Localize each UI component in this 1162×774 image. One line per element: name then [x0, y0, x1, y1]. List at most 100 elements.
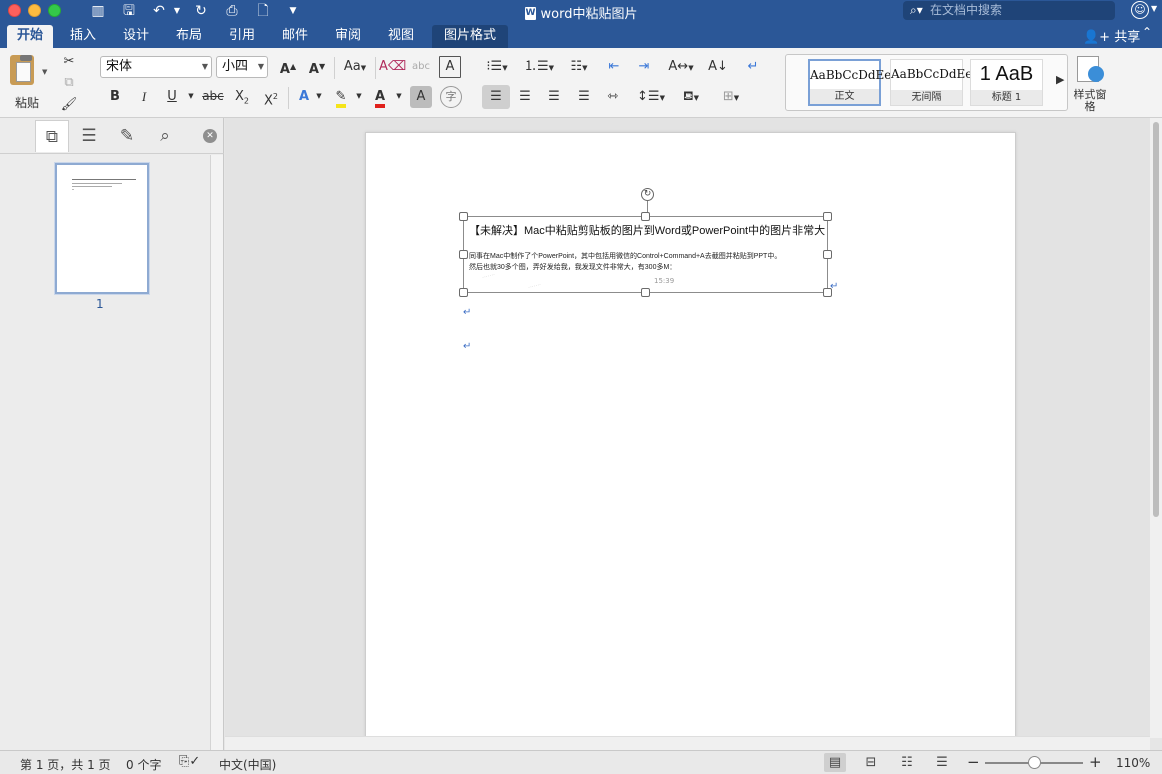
customize-toolbar-icon[interactable]: ▼	[286, 2, 300, 20]
tab-references[interactable]: 引用	[219, 25, 265, 48]
resize-handle-right[interactable]	[823, 250, 832, 259]
sort-icon[interactable]: A↓	[704, 55, 732, 79]
increase-indent-icon[interactable]: ⇥	[631, 55, 657, 79]
highlight-icon[interactable]: ✎	[329, 85, 353, 109]
tab-layout[interactable]: 布局	[166, 25, 212, 48]
enclose-characters-icon[interactable]: 字	[440, 86, 462, 108]
nav-scrollbar[interactable]	[210, 155, 223, 750]
page-thumbnail[interactable]	[55, 163, 149, 294]
document-page[interactable]: ↻ 【未解决】Mac中粘贴剪贴板的图片到Word或PowerPoint中的图片非…	[365, 132, 1016, 750]
underline-dropdown-icon[interactable]: ▼	[186, 85, 196, 109]
chinese-layout-icon[interactable]: A↔▼	[663, 55, 699, 79]
draft-view-icon[interactable]: ☰	[931, 753, 953, 772]
grow-font-icon[interactable]: A▲	[275, 55, 301, 79]
language-status[interactable]: 中文(中国)	[219, 756, 276, 773]
italic-button[interactable]: I	[132, 85, 156, 109]
font-size-select[interactable]: 小四 ▼	[216, 56, 268, 78]
resize-handle-left[interactable]	[459, 250, 468, 259]
document-vertical-scrollbar[interactable]	[1150, 118, 1162, 738]
minimize-window-button[interactable]	[28, 4, 41, 17]
resize-handle-top-right[interactable]	[823, 212, 832, 221]
tab-picture-format[interactable]: 图片格式	[432, 25, 509, 48]
tab-view[interactable]: 视图	[378, 25, 424, 48]
phonetic-guide-icon[interactable]: abc	[408, 55, 434, 79]
line-spacing-icon[interactable]: ↕☰▼	[633, 85, 669, 109]
strikethrough-button[interactable]: abc	[200, 85, 226, 109]
save-icon[interactable]: 🖫	[120, 2, 138, 20]
resize-handle-bottom[interactable]	[641, 288, 650, 297]
decrease-indent-icon[interactable]: ⇤	[601, 55, 627, 79]
resize-handle-top[interactable]	[641, 212, 650, 221]
search-input[interactable]: ⌕▾ 在文档中搜索	[903, 1, 1115, 20]
change-case-icon[interactable]: Aa▼	[338, 55, 372, 79]
new-document-icon[interactable]: 🗋	[254, 2, 272, 20]
format-painter-icon[interactable]: 🖌	[58, 93, 80, 117]
outline-view-icon[interactable]: ☷	[896, 753, 918, 772]
font-color-dropdown-icon[interactable]: ▼	[395, 85, 403, 109]
bullets-icon[interactable]: ⁝☰▼	[482, 55, 512, 79]
align-right-button[interactable]: ☰	[541, 85, 567, 109]
word-count-status[interactable]: 0 个字	[126, 756, 161, 773]
zoom-slider-thumb[interactable]	[1028, 756, 1041, 769]
underline-button[interactable]: U	[160, 85, 184, 109]
styles-next-icon[interactable]: ▶	[1056, 73, 1064, 86]
undo-dropdown-icon[interactable]: ▼	[172, 2, 182, 20]
font-name-select[interactable]: 宋体 ▼	[100, 56, 212, 78]
zoom-in-icon[interactable]: +	[1089, 753, 1102, 771]
distributed-button[interactable]: ⇿	[600, 85, 626, 109]
paste-dropdown-icon[interactable]: ▼	[42, 68, 47, 76]
web-layout-view-icon[interactable]: ⊟	[860, 753, 882, 772]
bold-button[interactable]: B	[103, 85, 127, 109]
text-effects-dropdown-icon[interactable]: ▼	[315, 85, 323, 109]
numbering-icon[interactable]: ⒈☰▼	[520, 55, 558, 79]
tab-design[interactable]: 设计	[113, 25, 159, 48]
comments-tab-icon[interactable]: ✎	[110, 120, 144, 152]
style-heading-1[interactable]: 1 AaB 标题 1	[970, 59, 1043, 106]
align-left-button[interactable]: ☰	[482, 85, 510, 109]
undo-icon[interactable]: ↶	[150, 2, 168, 20]
style-no-spacing[interactable]: AaBbCcDdEe 无间隔	[890, 59, 972, 106]
zoom-level[interactable]: 110%	[1116, 756, 1150, 770]
character-shading-icon[interactable]: A	[410, 86, 432, 108]
find-tab-icon[interactable]: ⌕	[148, 120, 182, 152]
resize-handle-top-left[interactable]	[459, 212, 468, 221]
text-effects-icon[interactable]: A	[293, 85, 315, 109]
share-button[interactable]: 👤+ 共享	[1083, 26, 1140, 45]
sidebar-toggle-icon[interactable]: ▥	[89, 2, 107, 20]
show-formatting-marks-icon[interactable]: ↵	[740, 55, 766, 79]
close-pane-icon[interactable]: ✕	[203, 129, 217, 143]
tab-review[interactable]: 审阅	[325, 25, 371, 48]
feedback-dropdown-icon[interactable]: ▼	[1151, 4, 1157, 13]
character-border-icon[interactable]: A	[439, 56, 461, 78]
thumbnails-tab-icon[interactable]: ⧉	[35, 120, 69, 152]
print-layout-view-icon[interactable]: ▤	[824, 753, 846, 772]
pasted-picture[interactable]: 【未解决】Mac中粘贴剪贴板的图片到Word或PowerPoint中的图片非常大…	[463, 216, 828, 293]
align-center-button[interactable]: ☰	[512, 85, 538, 109]
document-horizontal-scrollbar[interactable]	[225, 736, 1150, 750]
shrink-font-icon[interactable]: A▼	[304, 55, 330, 79]
tab-home[interactable]: 开始	[7, 25, 54, 48]
clear-formatting-icon[interactable]: A⌫	[379, 55, 406, 79]
multilevel-list-icon[interactable]: ☷▼	[562, 55, 596, 79]
redo-icon[interactable]: ↻	[192, 2, 210, 20]
maximize-window-button[interactable]	[48, 4, 61, 17]
highlight-dropdown-icon[interactable]: ▼	[355, 85, 363, 109]
proofing-icon[interactable]: ⎘✓	[179, 754, 200, 769]
font-color-icon[interactable]: A	[368, 85, 392, 109]
page-count-status[interactable]: 第 1 页，共 1 页	[20, 756, 111, 773]
tab-mailings[interactable]: 邮件	[272, 25, 318, 48]
justify-button[interactable]: ☰	[571, 85, 597, 109]
borders-icon[interactable]: ⊞▼	[713, 85, 749, 109]
rotate-handle[interactable]: ↻	[641, 188, 654, 201]
tab-insert[interactable]: 插入	[60, 25, 106, 48]
copy-icon[interactable]: ⧉	[58, 71, 80, 95]
outline-tab-icon[interactable]: ☰	[72, 120, 106, 152]
paste-button[interactable]: ▼ 粘贴	[6, 53, 50, 113]
feedback-smiley-icon[interactable]: ☺	[1131, 1, 1149, 19]
styles-pane-button[interactable]: 样式窗格	[1073, 53, 1107, 115]
subscript-button[interactable]: X2	[230, 85, 254, 109]
collapse-ribbon-icon[interactable]: ⌃	[1142, 25, 1152, 39]
style-normal[interactable]: AaBbCcDdEe 正文	[808, 59, 891, 106]
zoom-out-icon[interactable]: −	[967, 753, 980, 771]
shading-icon[interactable]: ⛾▼	[673, 85, 709, 109]
